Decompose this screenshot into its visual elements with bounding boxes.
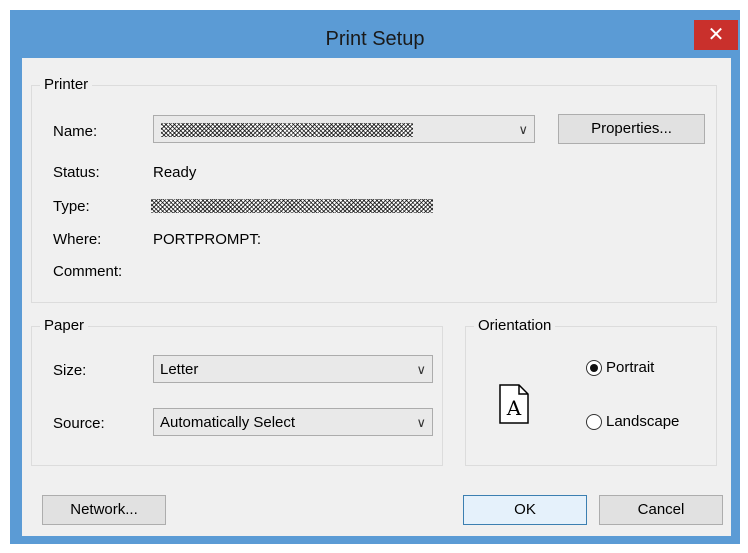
printer-where-value: PORTPROMPT: bbox=[153, 231, 262, 248]
printer-status-value: Ready bbox=[153, 164, 197, 181]
paper-source-value: Automatically Select bbox=[160, 414, 296, 431]
landscape-radio[interactable] bbox=[586, 414, 602, 430]
dialog-client-area: Printer Name: ∨ Properties... Status: Re… bbox=[22, 58, 731, 536]
paper-size-dropdown[interactable]: Letter ∨ bbox=[153, 355, 433, 383]
portrait-radio[interactable] bbox=[586, 360, 602, 376]
cancel-button[interactable]: Cancel bbox=[599, 495, 723, 525]
orientation-group-label: Orientation bbox=[474, 317, 556, 335]
printer-type-value-obscured bbox=[151, 199, 433, 213]
paper-group: Paper bbox=[31, 317, 443, 466]
paper-group-label: Paper bbox=[40, 317, 89, 335]
paper-source-label: Source: bbox=[53, 415, 105, 432]
ok-button[interactable]: OK bbox=[463, 495, 587, 525]
portrait-page-icon: A bbox=[499, 384, 529, 424]
properties-button[interactable]: Properties... bbox=[558, 114, 705, 144]
printer-comment-label: Comment: bbox=[53, 263, 123, 280]
paper-size-value: Letter bbox=[160, 361, 199, 378]
window-title: Print Setup bbox=[325, 28, 425, 50]
chevron-down-icon: ∨ bbox=[416, 415, 426, 430]
printer-group-label: Printer bbox=[40, 76, 93, 94]
printer-name-dropdown[interactable]: ∨ bbox=[153, 115, 535, 143]
paper-size-label: Size: bbox=[53, 362, 87, 379]
paper-source-dropdown[interactable]: Automatically Select ∨ bbox=[153, 408, 433, 436]
printer-status-label: Status: bbox=[53, 164, 100, 181]
page-preview-letter: A bbox=[506, 396, 522, 420]
network-button[interactable]: Network... bbox=[42, 495, 166, 525]
printer-where-label: Where: bbox=[53, 231, 102, 248]
title-bar[interactable]: Print Setup ✕ bbox=[10, 10, 740, 58]
portrait-label[interactable]: Portrait bbox=[606, 359, 654, 377]
chevron-down-icon: ∨ bbox=[518, 122, 528, 137]
printer-type-label: Type: bbox=[53, 198, 90, 215]
close-button[interactable]: ✕ bbox=[694, 20, 738, 50]
printer-name-label: Name: bbox=[53, 123, 98, 140]
chevron-down-icon: ∨ bbox=[416, 362, 426, 377]
landscape-label[interactable]: Landscape bbox=[606, 413, 679, 431]
close-icon: ✕ bbox=[707, 24, 725, 46]
printer-name-value-obscured bbox=[161, 123, 413, 137]
